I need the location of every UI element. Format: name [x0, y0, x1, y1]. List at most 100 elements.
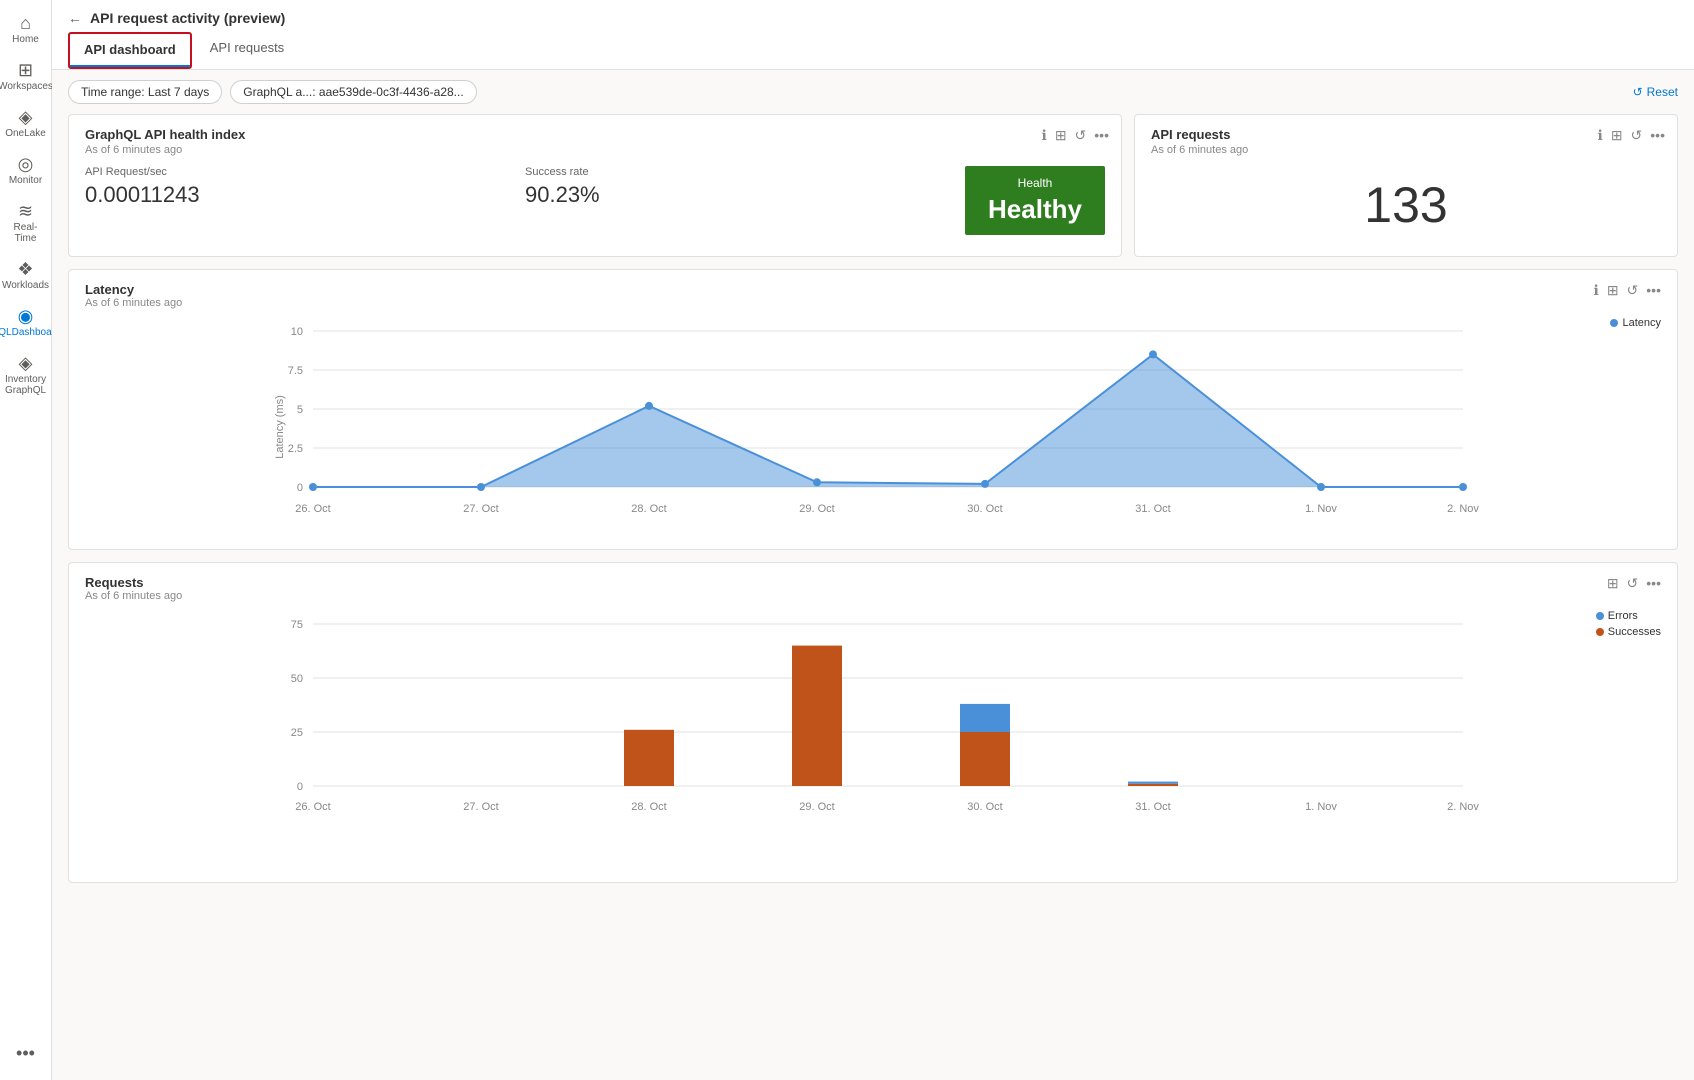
api-requests-card: API requests As of 6 minutes ago ℹ ⊞ ↺ •…: [1134, 114, 1678, 257]
content-area: GraphQL API health index As of 6 minutes…: [52, 114, 1694, 1080]
bar-30oct-errors: [960, 704, 1010, 732]
tab-bar: API dashboard API requests: [68, 26, 1678, 69]
sidebar-item-realtime[interactable]: ≋ Real-Time: [2, 196, 50, 250]
back-button[interactable]: ←: [68, 10, 82, 26]
realtime-icon: ≋: [18, 202, 33, 220]
svg-text:26. Oct: 26. Oct: [295, 503, 330, 515]
latency-legend-dot: [1610, 319, 1618, 327]
svg-text:Latency (ms): Latency (ms): [274, 395, 286, 459]
sidebar-item-more[interactable]: •••: [2, 1038, 50, 1072]
bar-28oct-successes: [624, 730, 674, 786]
refresh-icon[interactable]: ↺: [1075, 127, 1087, 144]
grid-icon[interactable]: ⊞: [1055, 127, 1067, 144]
successes-legend-dot: [1596, 628, 1604, 636]
latency-chart-area: Latency 10 7.5 5 2.5 0 Latency (ms): [85, 317, 1661, 537]
svg-text:25: 25: [291, 727, 303, 739]
svg-text:27. Oct: 27. Oct: [463, 503, 498, 515]
sidebar-item-gqldashboard[interactable]: ◉ GQLDashboard: [2, 301, 50, 344]
more-options-icon[interactable]: •••: [1646, 282, 1661, 299]
requests-chart-area: Errors Successes 75 50 25 0: [85, 610, 1661, 870]
svg-text:2.5: 2.5: [288, 443, 303, 455]
successes-legend-label: Successes: [1608, 626, 1661, 638]
api-requests-value: 133: [1151, 166, 1661, 244]
more-options-icon[interactable]: •••: [1094, 127, 1109, 144]
latency-legend-label: Latency: [1622, 317, 1661, 329]
bar-31oct-errors: [1128, 782, 1178, 784]
sidebar-item-workloads[interactable]: ❖ Workloads: [2, 254, 50, 297]
filter-bar: Time range: Last 7 days GraphQL a...: aa…: [52, 70, 1694, 114]
more-options-icon[interactable]: •••: [1650, 127, 1665, 144]
svg-text:0: 0: [297, 482, 303, 494]
svg-text:1. Nov: 1. Nov: [1305, 503, 1337, 515]
svg-text:7.5: 7.5: [288, 365, 303, 377]
latency-chart-title: Latency: [85, 282, 182, 297]
svg-text:31. Oct: 31. Oct: [1135, 801, 1170, 813]
svg-text:10: 10: [291, 326, 303, 338]
svg-text:30. Oct: 30. Oct: [967, 503, 1002, 515]
health-card-title: GraphQL API health index: [85, 127, 1105, 142]
onelake-icon: ◈: [19, 108, 33, 126]
bar-31oct-successes: [1128, 784, 1178, 786]
monitor-icon: ◎: [18, 155, 34, 173]
sidebar-item-inventorygraphql[interactable]: ◈ Inventory GraphQL: [2, 348, 50, 402]
info-icon[interactable]: ℹ: [1593, 282, 1598, 299]
svg-text:5: 5: [297, 404, 303, 416]
requests-chart-header: Requests As of 6 minutes ago ⊞ ↺ •••: [85, 575, 1661, 602]
graphql-filter[interactable]: GraphQL a...: aae539de-0c3f-4436-a28...: [230, 80, 476, 104]
page-title: API request activity (preview): [90, 10, 285, 26]
info-icon[interactable]: ℹ: [1041, 127, 1046, 144]
api-requests-subtitle: As of 6 minutes ago: [1151, 144, 1661, 156]
refresh-icon[interactable]: ↺: [1631, 127, 1643, 144]
errors-legend-dot: [1596, 612, 1604, 620]
home-icon: ⌂: [20, 14, 31, 32]
time-range-filter[interactable]: Time range: Last 7 days: [68, 80, 222, 104]
latency-svg: 10 7.5 5 2.5 0 Latency (ms): [85, 317, 1661, 537]
refresh-icon[interactable]: ↺: [1627, 282, 1639, 299]
success-rate-value: 90.23%: [525, 182, 949, 208]
grid-icon[interactable]: ⊞: [1607, 575, 1619, 592]
requests-chart-title-group: Requests As of 6 minutes ago: [85, 575, 182, 602]
bar-29oct-successes: [792, 646, 842, 786]
successes-legend-item: Successes: [1596, 626, 1661, 638]
api-request-rate-label: API Request/sec: [85, 166, 509, 178]
api-requests-card-actions: ℹ ⊞ ↺ •••: [1597, 127, 1665, 144]
svg-text:75: 75: [291, 619, 303, 631]
gql-icon: ◉: [18, 307, 34, 325]
inventory-icon: ◈: [19, 354, 33, 372]
requests-chart-actions: ⊞ ↺ •••: [1607, 575, 1661, 592]
requests-chart-card: Requests As of 6 minutes ago ⊞ ↺ ••• Err…: [68, 562, 1678, 883]
requests-svg: 75 50 25 0: [85, 610, 1661, 870]
svg-text:29. Oct: 29. Oct: [799, 801, 834, 813]
latency-legend: Latency: [1610, 317, 1661, 329]
reset-label: Reset: [1647, 85, 1678, 99]
top-cards-row: GraphQL API health index As of 6 minutes…: [68, 114, 1678, 257]
tab-api-dashboard[interactable]: API dashboard: [70, 34, 190, 67]
svg-text:28. Oct: 28. Oct: [631, 801, 666, 813]
svg-text:2. Nov: 2. Nov: [1447, 503, 1479, 515]
grid-icon[interactable]: ⊞: [1611, 127, 1623, 144]
sidebar-item-workspaces[interactable]: ⊞ Workspaces: [2, 55, 50, 98]
api-request-rate-value: 0.00011243: [85, 182, 509, 208]
header-title-row: ← API request activity (preview): [68, 0, 1678, 26]
tab-api-requests[interactable]: API requests: [196, 32, 298, 69]
reset-button[interactable]: ↺ Reset: [1633, 85, 1678, 99]
grid-icon[interactable]: ⊞: [1607, 282, 1619, 299]
sidebar-item-onelake[interactable]: ◈ OneLake: [2, 102, 50, 145]
more-options-icon[interactable]: •••: [1646, 575, 1661, 592]
svg-text:27. Oct: 27. Oct: [463, 801, 498, 813]
svg-text:26. Oct: 26. Oct: [295, 801, 330, 813]
sidebar-item-label: Workspaces: [0, 81, 53, 92]
refresh-icon[interactable]: ↺: [1627, 575, 1639, 592]
svg-text:29. Oct: 29. Oct: [799, 503, 834, 515]
info-icon[interactable]: ℹ: [1597, 127, 1602, 144]
svg-text:0: 0: [297, 781, 303, 793]
health-badge-value: Healthy: [988, 194, 1082, 225]
health-card-actions: ℹ ⊞ ↺ •••: [1041, 127, 1109, 144]
requests-chart-title: Requests: [85, 575, 182, 590]
sidebar-item-monitor[interactable]: ◎ Monitor: [2, 149, 50, 192]
workloads-icon: ❖: [17, 260, 33, 278]
svg-text:1. Nov: 1. Nov: [1305, 801, 1337, 813]
sidebar-item-home[interactable]: ⌂ Home: [2, 8, 50, 51]
svg-text:50: 50: [291, 673, 303, 685]
latency-chart-header: Latency As of 6 minutes ago ℹ ⊞ ↺ •••: [85, 282, 1661, 309]
